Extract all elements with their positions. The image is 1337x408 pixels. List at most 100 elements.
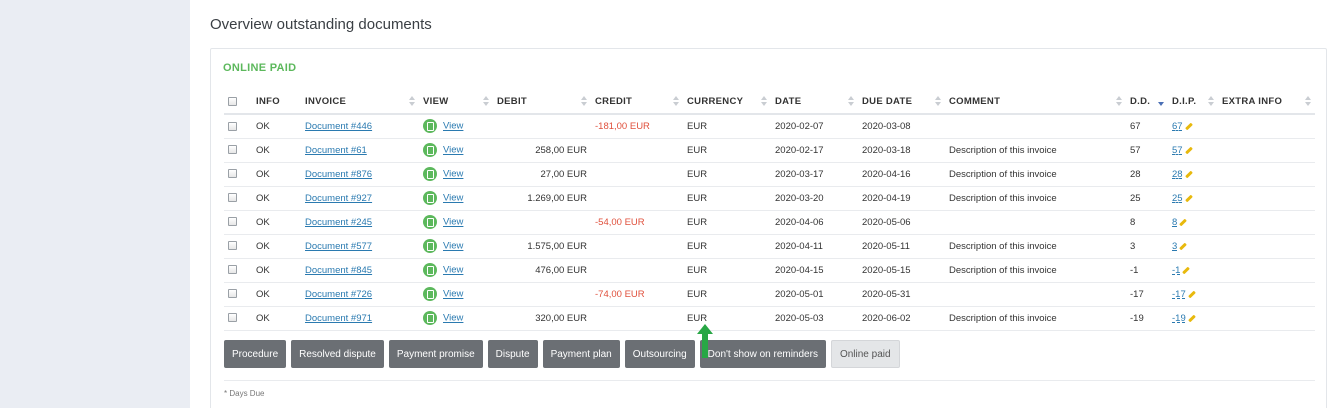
invoice-link[interactable]: Document #245 (305, 217, 372, 228)
sort-icon[interactable] (483, 96, 489, 106)
pdf-icon[interactable] (423, 119, 437, 134)
view-link[interactable]: View (443, 193, 463, 204)
view-link[interactable]: View (443, 289, 463, 300)
dip-link[interactable]: 3 (1172, 241, 1177, 252)
invoice-link[interactable]: Document #876 (305, 169, 372, 180)
row-checkbox[interactable] (228, 193, 237, 203)
row-checkbox[interactable] (228, 289, 237, 299)
pencil-icon[interactable] (1178, 242, 1186, 250)
row-select-cell[interactable] (224, 234, 252, 259)
pencil-icon[interactable] (1184, 170, 1192, 178)
header-credit[interactable]: CREDIT (591, 90, 683, 115)
row-select-cell[interactable] (224, 282, 252, 307)
pdf-icon[interactable] (423, 167, 437, 181)
invoice-link[interactable]: Document #61 (305, 145, 367, 156)
row-checkbox[interactable] (228, 145, 237, 155)
view-link[interactable]: View (443, 265, 463, 276)
row-checkbox[interactable] (228, 217, 237, 227)
pdf-icon[interactable] (423, 287, 437, 301)
sort-icon[interactable] (761, 96, 767, 106)
dip-link[interactable]: -17 (1172, 289, 1186, 300)
row-checkbox[interactable] (228, 313, 237, 323)
pencil-icon[interactable] (1178, 218, 1186, 226)
pdf-icon[interactable] (423, 239, 437, 253)
payment-promise-button[interactable]: Payment promise (388, 340, 483, 368)
row-checkbox[interactable] (228, 241, 237, 251)
comment-cell: Description of this invoice (945, 138, 1126, 163)
header-view[interactable]: VIEW (419, 90, 493, 115)
view-link[interactable]: View (443, 313, 463, 324)
header-dip[interactable]: D.I.P. (1168, 90, 1218, 115)
row-select-cell[interactable] (224, 210, 252, 235)
view-link[interactable]: View (443, 169, 463, 180)
invoice-link[interactable]: Document #971 (305, 313, 372, 324)
header-extra-info[interactable]: EXTRA INFO (1218, 90, 1315, 115)
row-checkbox[interactable] (228, 121, 237, 131)
row-select-cell[interactable] (224, 162, 252, 187)
currency-cell: EUR (683, 162, 771, 187)
pencil-icon[interactable] (1184, 146, 1192, 154)
pencil-icon[interactable] (1187, 314, 1195, 322)
dip-link[interactable]: 67 (1172, 121, 1183, 132)
dip-link[interactable]: 28 (1172, 169, 1183, 180)
row-checkbox[interactable] (228, 169, 237, 179)
sort-icon[interactable] (673, 96, 679, 106)
row-select-cell[interactable] (224, 186, 252, 211)
row-checkbox[interactable] (228, 265, 237, 275)
online-paid-button[interactable]: Online paid (830, 340, 900, 368)
header-dd[interactable]: D.D. (1126, 90, 1168, 115)
resolved-dispute-button[interactable]: Resolved dispute (291, 340, 384, 368)
sort-desc-icon[interactable] (1158, 96, 1164, 106)
dip-link[interactable]: -19 (1172, 313, 1186, 324)
invoice-link[interactable]: Document #577 (305, 241, 372, 252)
pdf-icon[interactable] (423, 263, 437, 277)
sort-icon[interactable] (1305, 96, 1311, 106)
invoice-link[interactable]: Document #446 (305, 121, 372, 132)
pencil-icon[interactable] (1184, 194, 1192, 202)
currency-cell: EUR (683, 138, 771, 163)
invoice-link[interactable]: Document #726 (305, 289, 372, 300)
dont-show-on-reminders-button[interactable]: Don't show on reminders (699, 340, 826, 368)
select-all-header[interactable] (224, 90, 252, 115)
row-select-cell[interactable] (224, 138, 252, 163)
view-link[interactable]: View (443, 145, 463, 156)
header-due-date[interactable]: DUE DATE (858, 90, 945, 115)
view-link[interactable]: View (443, 121, 463, 132)
invoice-link[interactable]: Document #845 (305, 265, 372, 276)
sort-icon[interactable] (848, 96, 854, 106)
pdf-icon[interactable] (423, 311, 437, 325)
select-all-checkbox[interactable] (228, 96, 237, 106)
sort-icon[interactable] (1116, 96, 1122, 106)
view-link[interactable]: View (443, 217, 463, 228)
pencil-icon[interactable] (1184, 122, 1192, 130)
pdf-icon[interactable] (423, 191, 437, 205)
outsourcing-button[interactable]: Outsourcing (624, 340, 695, 368)
view-link[interactable]: View (443, 241, 463, 252)
sort-icon[interactable] (935, 96, 941, 106)
payment-plan-button[interactable]: Payment plan (542, 340, 620, 368)
header-comment[interactable]: COMMENT (945, 90, 1126, 115)
dip-link[interactable]: 25 (1172, 193, 1183, 204)
dip-link[interactable]: 8 (1172, 217, 1177, 228)
pencil-icon[interactable] (1187, 290, 1195, 298)
comment-cell: Description of this invoice (945, 306, 1126, 331)
invoice-link[interactable]: Document #927 (305, 193, 372, 204)
procedure-button[interactable]: Procedure (224, 340, 287, 368)
row-select-cell[interactable] (224, 306, 252, 331)
pdf-icon[interactable] (423, 215, 437, 229)
header-date[interactable]: DATE (771, 90, 858, 115)
row-select-cell[interactable] (224, 114, 252, 139)
sort-icon[interactable] (409, 96, 415, 106)
header-currency[interactable]: CURRENCY (683, 90, 771, 115)
row-select-cell[interactable] (224, 258, 252, 283)
header-debit[interactable]: DEBIT (493, 90, 591, 115)
credit-cell (591, 306, 683, 331)
dip-link[interactable]: 57 (1172, 145, 1183, 156)
sort-icon[interactable] (1208, 96, 1214, 106)
pencil-icon[interactable] (1181, 266, 1189, 274)
dispute-button[interactable]: Dispute (487, 340, 538, 368)
pdf-icon[interactable] (423, 143, 437, 157)
sort-icon[interactable] (581, 96, 587, 106)
header-invoice[interactable]: INVOICE (301, 90, 419, 115)
dip-link[interactable]: -1 (1172, 265, 1180, 276)
